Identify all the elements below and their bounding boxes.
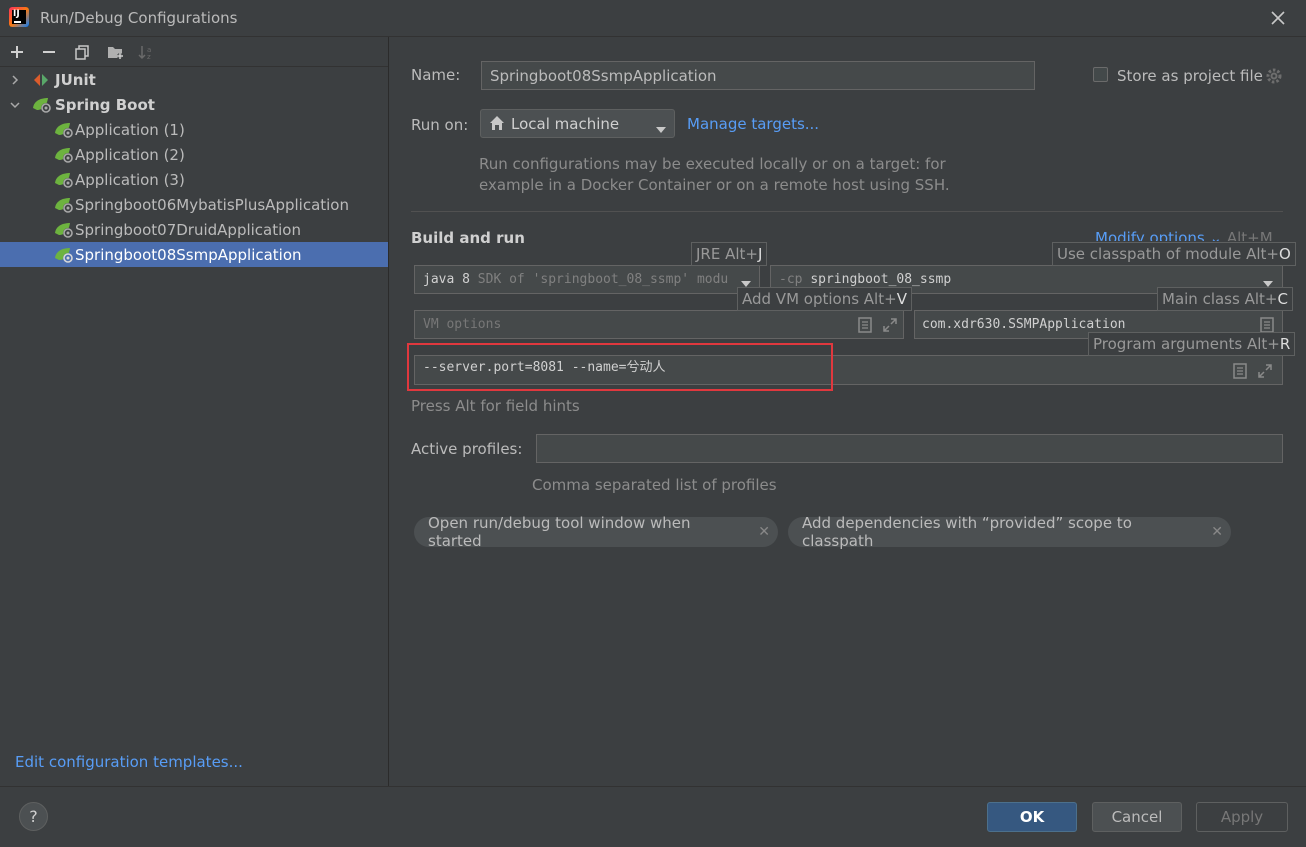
document-icon[interactable]	[1233, 363, 1247, 386]
store-as-project-file-checkbox[interactable]	[1093, 67, 1108, 82]
build-and-run-heading: Build and run	[411, 229, 525, 247]
spring-boot-config-icon	[53, 171, 73, 189]
tree-item-springboot08[interactable]: Springboot08SsmpApplication	[0, 242, 388, 267]
configurations-tree-panel: az JUnit Spring Boot Application (1) App…	[0, 37, 389, 786]
new-folder-icon[interactable]	[105, 41, 127, 63]
intellij-logo-icon: IJ	[9, 7, 29, 27]
svg-text:z: z	[147, 53, 151, 60]
modify-options-label: Modify options	[1095, 229, 1205, 241]
tree-toolbar: az	[0, 37, 388, 67]
spring-boot-config-icon	[53, 121, 73, 139]
program-arguments-field-hint: Program arguments Alt+R	[1088, 332, 1296, 356]
expand-icon[interactable]	[1257, 363, 1273, 386]
run-on-description-line-2: example in a Docker Container or on a re…	[479, 176, 950, 194]
active-profiles-label: Active profiles:	[411, 440, 523, 458]
run-on-label: Run on:	[411, 116, 469, 134]
chevron-down-icon[interactable]	[8, 98, 22, 112]
tree-item-application-1[interactable]: Application (1)	[0, 117, 388, 142]
modify-options-link[interactable]: Modify options ⌄ Alt+M	[1095, 229, 1273, 241]
gear-icon[interactable]	[1265, 67, 1283, 85]
active-profiles-input[interactable]	[536, 434, 1283, 463]
option-chip-provided-scope[interactable]: Add dependencies with “provided” scope t…	[788, 514, 1231, 550]
vm-options-input[interactable]: VM options	[414, 310, 904, 339]
home-icon	[489, 115, 505, 135]
add-icon[interactable]	[6, 41, 28, 63]
highlight-annotation-box	[407, 343, 833, 391]
tree-item-junit[interactable]: JUnit	[0, 67, 388, 92]
classpath-field-hint: Use classpath of module Alt+O	[1052, 242, 1296, 266]
manage-targets-link[interactable]: Manage targets...	[687, 115, 819, 133]
apply-button[interactable]: Apply	[1196, 802, 1288, 832]
main-class-value: com.xdr630.SSMPApplication	[922, 317, 1126, 332]
cp-prefix: -cp	[779, 272, 811, 287]
cancel-button[interactable]: Cancel	[1092, 802, 1182, 832]
spring-boot-icon	[31, 96, 51, 114]
tree-item-springboot07[interactable]: Springboot07DruidApplication	[0, 217, 388, 242]
run-on-description-line-1: Run configurations may be executed local…	[479, 155, 946, 173]
chip-label: Open run/debug tool window when started	[428, 514, 691, 550]
tree-item-label: Springboot07DruidApplication	[75, 220, 301, 239]
main-class-field-hint: Main class Alt+C	[1157, 287, 1293, 311]
sort-icon[interactable]: az	[136, 41, 158, 63]
ok-button[interactable]: OK	[987, 802, 1077, 832]
option-chip-open-tool-window[interactable]: Open run/debug tool window when started ✕	[414, 514, 778, 550]
chevron-right-icon[interactable]	[8, 73, 22, 87]
tree-item-label: Application (2)	[75, 145, 185, 164]
jre-version: java 8	[423, 272, 470, 287]
separator	[411, 211, 1283, 212]
document-icon[interactable]	[858, 317, 872, 337]
name-label: Name:	[411, 66, 461, 84]
junit-icon	[32, 71, 52, 89]
tree-item-springboot06[interactable]: Springboot06MybatisPlusApplication	[0, 192, 388, 217]
jre-field-hint: JRE Alt+J	[691, 242, 768, 266]
tree-item-label: Application (3)	[75, 170, 185, 189]
close-icon[interactable]	[1266, 6, 1290, 30]
active-profiles-description: Comma separated list of profiles	[532, 476, 777, 494]
name-input-value: Springboot08SsmpApplication	[490, 67, 717, 85]
name-input[interactable]: Springboot08SsmpApplication	[481, 61, 1035, 90]
field-hints-tip: Press Alt for field hints	[411, 397, 580, 415]
edit-configuration-templates-link[interactable]: Edit configuration templates...	[15, 753, 243, 771]
tree-item-application-3[interactable]: Application (3)	[0, 167, 388, 192]
spring-boot-config-icon	[53, 221, 73, 239]
spring-boot-config-icon	[53, 146, 73, 164]
cp-module: springboot_08_ssmp	[810, 272, 952, 287]
remove-icon[interactable]	[38, 41, 60, 63]
spring-boot-config-icon	[53, 196, 73, 214]
close-icon[interactable]: ✕	[1211, 524, 1223, 540]
jre-description: SDK of 'springboot_08_ssmp' modu	[469, 272, 729, 287]
tree-item-label: Application (1)	[75, 120, 185, 139]
run-on-dropdown[interactable]: Local machine	[480, 109, 675, 138]
chip-label: Add dependencies with “provided” scope t…	[802, 514, 1132, 550]
tree-label-spring-boot: Spring Boot	[55, 95, 155, 114]
window-title: Run/Debug Configurations	[40, 9, 238, 27]
tree-item-application-2[interactable]: Application (2)	[0, 142, 388, 167]
help-button[interactable]: ?	[19, 802, 48, 831]
tree-label-junit: JUnit	[55, 70, 96, 89]
expand-icon[interactable]	[882, 317, 898, 337]
title-bar: IJ Run/Debug Configurations	[0, 0, 1306, 37]
vm-options-placeholder: VM options	[423, 317, 502, 332]
vm-options-field-hint: Add VM options Alt+V	[737, 287, 912, 311]
modify-options-shortcut: Alt+M	[1226, 229, 1273, 241]
chevron-down-icon	[656, 120, 666, 138]
store-as-project-file-label[interactable]: Store as project file	[1117, 67, 1263, 85]
close-icon[interactable]: ✕	[758, 524, 770, 540]
spring-boot-config-icon	[53, 246, 73, 264]
tree-item-label: Springboot06MybatisPlusApplication	[75, 195, 349, 214]
tree-item-spring-boot[interactable]: Spring Boot	[0, 92, 388, 117]
run-on-value: Local machine	[511, 115, 620, 133]
jre-dropdown[interactable]: java 8 SDK of 'springboot_08_ssmp' modu	[414, 265, 760, 294]
copy-icon[interactable]	[71, 41, 93, 63]
dialog-button-bar: ? OK Cancel Apply	[0, 786, 1306, 847]
tree-item-label: Springboot08SsmpApplication	[75, 245, 302, 264]
